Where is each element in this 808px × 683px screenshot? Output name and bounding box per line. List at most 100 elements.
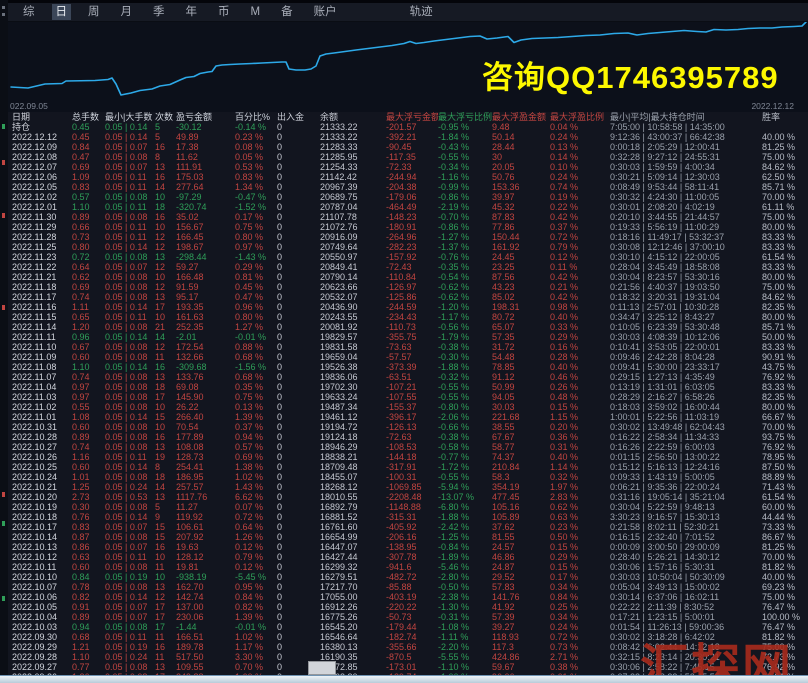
menu-item-备[interactable]: 备 — [277, 4, 297, 20]
cell-mddp: -2.19 % — [438, 202, 492, 212]
table-row[interactable]: 2022.11.150.650.05 | 0.1110161.630.80 %0… — [0, 312, 808, 322]
table-row[interactable]: 2022.11.070.740.05 | 0.0813133.760.68 %0… — [0, 372, 808, 382]
table-row[interactable]: 2022.10.241.010.05 | 0.0818186.951.02 %0… — [0, 472, 808, 482]
table-row[interactable]: 2022.10.040.890.05 | 0.0717230.061.39 %0… — [0, 612, 808, 622]
cell-inout: 0 — [277, 372, 320, 382]
table-row[interactable]: 持仓0.450.05 | 0.145-30.12-0.14 %021333.22… — [0, 122, 808, 132]
table-row[interactable]: 2022.11.230.720.05 | 0.0813-298.44-1.43 … — [0, 252, 808, 262]
cell-minmax: 0.05 | 0.14 — [105, 302, 155, 312]
table-row[interactable]: 2022.11.170.740.05 | 0.081395.170.47 %02… — [0, 292, 808, 302]
cell-bal: 19526.38 — [320, 362, 386, 372]
table-row[interactable]: 2022.11.090.600.05 | 0.0811132.660.68 %0… — [0, 352, 808, 362]
cell-minmax: 0.05 | 0.07 — [105, 612, 155, 622]
menu-item-M[interactable]: M — [247, 4, 265, 20]
table-row[interactable]: 2022.11.161.110.05 | 0.1417193.350.96 %0… — [0, 302, 808, 312]
table-row[interactable]: 2022.10.211.250.05 | 0.2414257.571.43 %0… — [0, 482, 808, 492]
cell-mddp: -0.31 % — [438, 612, 492, 622]
table-row[interactable]: 2022.10.280.890.05 | 0.0816177.890.94 %0… — [0, 432, 808, 442]
menu-item-季[interactable]: 季 — [149, 4, 169, 20]
menu-item-账户[interactable]: 账户 — [310, 4, 341, 20]
menu-item-周[interactable]: 周 — [84, 4, 104, 20]
table-row[interactable]: 2022.12.050.830.05 | 0.1114277.641.34 %0… — [0, 182, 808, 192]
table-row[interactable]: 2022.11.030.970.05 | 0.0817145.900.75 %0… — [0, 392, 808, 402]
menu-item-年[interactable]: 年 — [182, 4, 202, 20]
menu-item-币[interactable]: 币 — [214, 4, 234, 20]
menu-item-月[interactable]: 月 — [117, 4, 137, 20]
cell-pnl: 156.67 — [176, 222, 235, 232]
equity-chart-area[interactable]: 022.09.05 2022.12.12 咨询QQ1746395789 — [8, 22, 808, 112]
cell-date: 2022.12.06 — [12, 172, 72, 182]
table-row[interactable]: 2022.11.250.800.05 | 0.1412198.670.97 %0… — [0, 242, 808, 252]
cell-mddp: -1.27 % — [438, 232, 492, 242]
table-row[interactable]: 2022.11.110.960.05 | 0.1414-2.01-0.01 %0… — [0, 332, 808, 342]
cell-pct: 0.13 % — [235, 402, 277, 412]
table-row[interactable]: 2022.10.110.600.05 | 0.081119.810.12 %01… — [0, 562, 808, 572]
table-row[interactable]: 2022.11.011.080.05 | 0.1415266.401.39 %0… — [0, 412, 808, 422]
cell-inout: 0 — [277, 332, 320, 342]
table-row[interactable]: 2022.10.190.300.05 | 0.08511.270.07 %016… — [0, 502, 808, 512]
table-row[interactable]: 2022.12.090.840.05 | 0.071617.380.08 %02… — [0, 142, 808, 152]
cell-date: 2022.09.30 — [12, 632, 72, 642]
table-row[interactable]: 2022.10.250.600.05 | 0.148254.411.38 %01… — [0, 462, 808, 472]
table-row[interactable]: 2022.12.070.690.05 | 0.0713111.910.53 %0… — [0, 162, 808, 172]
table-row[interactable]: 2022.10.050.910.05 | 0.0717137.000.82 %0… — [0, 602, 808, 612]
table-row[interactable]: 2022.12.080.470.05 | 0.08811.620.05 %021… — [0, 152, 808, 162]
table-row[interactable]: 2022.10.310.600.05 | 0.081070.540.37 %01… — [0, 422, 808, 432]
cell-pnl: 108.08 — [176, 442, 235, 452]
table-row[interactable]: 2022.11.100.670.05 | 0.0812172.540.88 %0… — [0, 342, 808, 352]
table-row[interactable]: 2022.11.290.660.05 | 0.1110156.670.75 %0… — [0, 222, 808, 232]
cell-pct: 0.94 % — [235, 432, 277, 442]
table-row[interactable]: 2022.11.040.970.05 | 0.081869.080.35 %01… — [0, 382, 808, 392]
table-row[interactable]: 2022.11.180.690.05 | 0.081291.590.45 %02… — [0, 282, 808, 292]
table-row[interactable]: 2022.12.011.100.05 | 0.1118-320.74-1.52 … — [0, 202, 808, 212]
table-row[interactable]: 2022.12.061.090.05 | 0.1116175.030.83 %0… — [0, 172, 808, 182]
cell-mfp: 29.52 — [492, 572, 550, 582]
cell-pnl: 106.61 — [176, 522, 235, 532]
table-row[interactable]: 2022.11.020.550.05 | 0.081026.220.13 %01… — [0, 402, 808, 412]
table-row[interactable]: 2022.10.140.870.05 | 0.0815207.921.26 %0… — [0, 532, 808, 542]
cell-bal: 19194.72 — [320, 422, 386, 432]
cell-bal: 16912.26 — [320, 602, 386, 612]
menu-item-日[interactable]: 日 — [52, 4, 72, 20]
cell-win — [762, 122, 808, 132]
table-row[interactable]: 2022.11.220.640.05 | 0.071259.270.29 %02… — [0, 262, 808, 272]
table-row[interactable]: 2022.11.300.890.05 | 0.081635.020.17 %02… — [0, 212, 808, 222]
cell-mfp: 37.62 — [492, 522, 550, 532]
table-row[interactable]: 2022.11.280.730.05 | 0.1112166.450.80 %0… — [0, 232, 808, 242]
cell-bal: 16654.99 — [320, 532, 386, 542]
cell-inout: 0 — [277, 492, 320, 502]
cell-bal: 16775.26 — [320, 612, 386, 622]
table-row[interactable]: 2022.10.070.780.05 | 0.0813162.700.95 %0… — [0, 582, 808, 592]
table-row[interactable]: 2022.11.081.100.05 | 0.1416-309.68-1.56 … — [0, 362, 808, 372]
table-row[interactable]: 2022.10.100.840.05 | 0.1910-938.19-5.45 … — [0, 572, 808, 582]
table-row[interactable]: 2022.10.130.860.05 | 0.071619.630.12 %01… — [0, 542, 808, 552]
cell-mddp: -0.43 % — [438, 142, 492, 152]
cell-count: 5 — [155, 502, 176, 512]
cell-minmax: 0.05 | 0.08 — [105, 582, 155, 592]
table-row[interactable]: 2022.12.020.570.05 | 0.0810-97.29-0.47 %… — [0, 192, 808, 202]
table-row[interactable]: 2022.10.120.630.05 | 0.1110128.120.79 %0… — [0, 552, 808, 562]
cell-mfpp: 0.38 % — [550, 662, 610, 672]
cell-date: 2022.10.17 — [12, 522, 72, 532]
table-row[interactable]: 2022.12.120.450.05 | 0.14549.890.23 %021… — [0, 132, 808, 142]
cell-mfpp: 0.12 % — [550, 252, 610, 262]
table-row[interactable]: 2022.11.141.200.05 | 0.0821252.351.27 %0… — [0, 322, 808, 332]
cell-mdd: -234.43 — [386, 312, 438, 322]
cell-count: 10 — [155, 192, 176, 202]
table-row[interactable]: 2022.10.261.160.05 | 0.1119128.730.69 %0… — [0, 452, 808, 462]
cell-inout: 0 — [277, 432, 320, 442]
daily-statistics-table: 日期总手数最小|大手数次数盈亏金额百分比%出入金余额最大浮亏金额最大浮亏比例最大… — [0, 112, 808, 677]
menu-item-trajectory[interactable]: 轨迹 — [406, 4, 437, 20]
cell-mfpp: 0.17 % — [550, 572, 610, 582]
table-row[interactable]: 2022.10.060.820.05 | 0.1412142.740.84 %0… — [0, 592, 808, 602]
table-row[interactable]: 2022.11.210.620.05 | 0.0810166.480.81 %0… — [0, 272, 808, 282]
cell-mfp: 59.67 — [492, 662, 550, 672]
table-row[interactable]: 2022.10.170.830.05 | 0.0715106.610.64 %0… — [0, 522, 808, 532]
menu-item-综[interactable]: 综 — [19, 4, 39, 20]
table-row[interactable]: 2022.10.270.740.05 | 0.0813108.080.57 %0… — [0, 442, 808, 452]
table-row[interactable]: 2022.10.180.760.05 | 0.149119.920.72 %01… — [0, 512, 808, 522]
cell-mfp: 39.27 — [492, 622, 550, 632]
cell-minmax: 0.05 | 0.08 — [105, 502, 155, 512]
cell-mfp: 58.3 — [492, 472, 550, 482]
table-row[interactable]: 2022.10.202.730.05 | 0.53131117.766.62 %… — [0, 492, 808, 502]
